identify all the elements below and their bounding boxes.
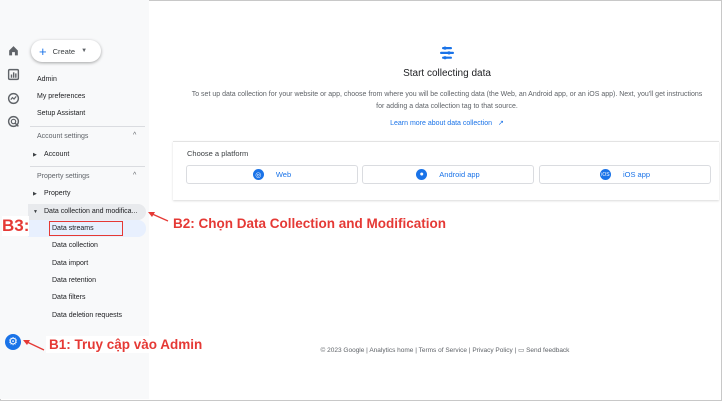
learn-more-label: Learn more about data collection — [390, 120, 493, 127]
create-button[interactable]: + Create ▼ — [31, 40, 101, 62]
platform-android-button[interactable]: ● Android app — [362, 165, 534, 184]
nav-divider — [30, 126, 145, 127]
platform-ios-label: iOS app — [622, 170, 651, 179]
choose-platform-label: Choose a platform — [187, 149, 249, 158]
footer-link-analytics-home[interactable]: Analytics home — [369, 347, 413, 354]
footer: © 2023 Google | Analytics home | Terms o… — [320, 347, 570, 354]
nav-sub-item-data-collection[interactable]: Data collection — [52, 242, 98, 249]
learn-more-link[interactable]: Learn more about data collection ↗ — [300, 119, 594, 127]
expand-arrow-icon[interactable]: ▶ — [33, 191, 37, 197]
admin-gear-icon[interactable]: ⚙ — [5, 334, 21, 350]
platform-web-label: Web — [275, 170, 292, 179]
ios-icon: iOS — [599, 169, 611, 180]
advertising-icon[interactable] — [7, 115, 20, 128]
platform-web-button[interactable]: ◎ Web — [186, 165, 358, 184]
annotation-b2: B2: Chọn Data Collection and Modificatio… — [170, 215, 449, 232]
page-title: Start collecting data — [403, 68, 491, 79]
collapse-arrow-icon[interactable]: ▼ — [33, 209, 38, 215]
nav-divider — [30, 166, 145, 167]
annotation-b3: B3: — [2, 216, 30, 236]
nav-item-data-collection[interactable]: Data collection and modifica... — [44, 208, 137, 215]
page-description: To set up data collection for your websi… — [191, 91, 703, 110]
explore-icon[interactable] — [7, 92, 20, 105]
nav-sub-item-data-import[interactable]: Data import — [52, 260, 88, 267]
nav-item-setup-assistant[interactable]: Setup Assistant — [37, 110, 85, 117]
expand-arrow-icon[interactable]: ▶ — [33, 152, 37, 158]
globe-icon: ◎ — [252, 169, 264, 180]
reports-icon[interactable] — [7, 68, 20, 81]
footer-link-terms[interactable]: Terms of Service — [419, 347, 467, 354]
account-settings-header[interactable]: Account settings — [37, 133, 88, 140]
chevron-up-icon[interactable]: ^ — [133, 172, 136, 179]
platform-ios-button[interactable]: iOS iOS app — [539, 165, 711, 184]
feedback-icon: ▭ — [518, 347, 525, 354]
nav-item-my-preferences[interactable]: My preferences — [37, 93, 85, 100]
chevron-up-icon[interactable]: ^ — [133, 132, 136, 139]
footer-copyright: © 2023 Google — [320, 347, 365, 354]
plus-icon: + — [39, 43, 47, 59]
data-streams-highlight-box — [49, 221, 123, 236]
external-link-icon: ↗ — [498, 120, 504, 127]
nav-sub-item-data-retention[interactable]: Data retention — [52, 277, 96, 284]
platform-android-label: Android app — [439, 170, 480, 179]
nav-item-admin[interactable]: Admin — [37, 76, 57, 83]
nav-item-property[interactable]: Property — [44, 190, 70, 197]
caret-down-icon: ▼ — [81, 48, 88, 54]
footer-send-feedback[interactable]: Send feedback — [526, 347, 569, 354]
footer-link-privacy[interactable]: Privacy Policy — [472, 347, 512, 354]
start-collecting-icon — [439, 45, 455, 61]
create-button-label: Create — [52, 46, 76, 56]
android-icon: ● — [416, 169, 428, 180]
nav-sub-item-data-deletion-requests[interactable]: Data deletion requests — [52, 312, 122, 319]
nav-sub-item-data-filters[interactable]: Data filters — [52, 294, 85, 301]
home-icon[interactable] — [7, 44, 20, 57]
property-settings-header[interactable]: Property settings — [37, 173, 90, 180]
annotation-b1: B1: Truy cập vào Admin — [46, 336, 206, 353]
nav-item-account[interactable]: Account — [44, 151, 69, 158]
